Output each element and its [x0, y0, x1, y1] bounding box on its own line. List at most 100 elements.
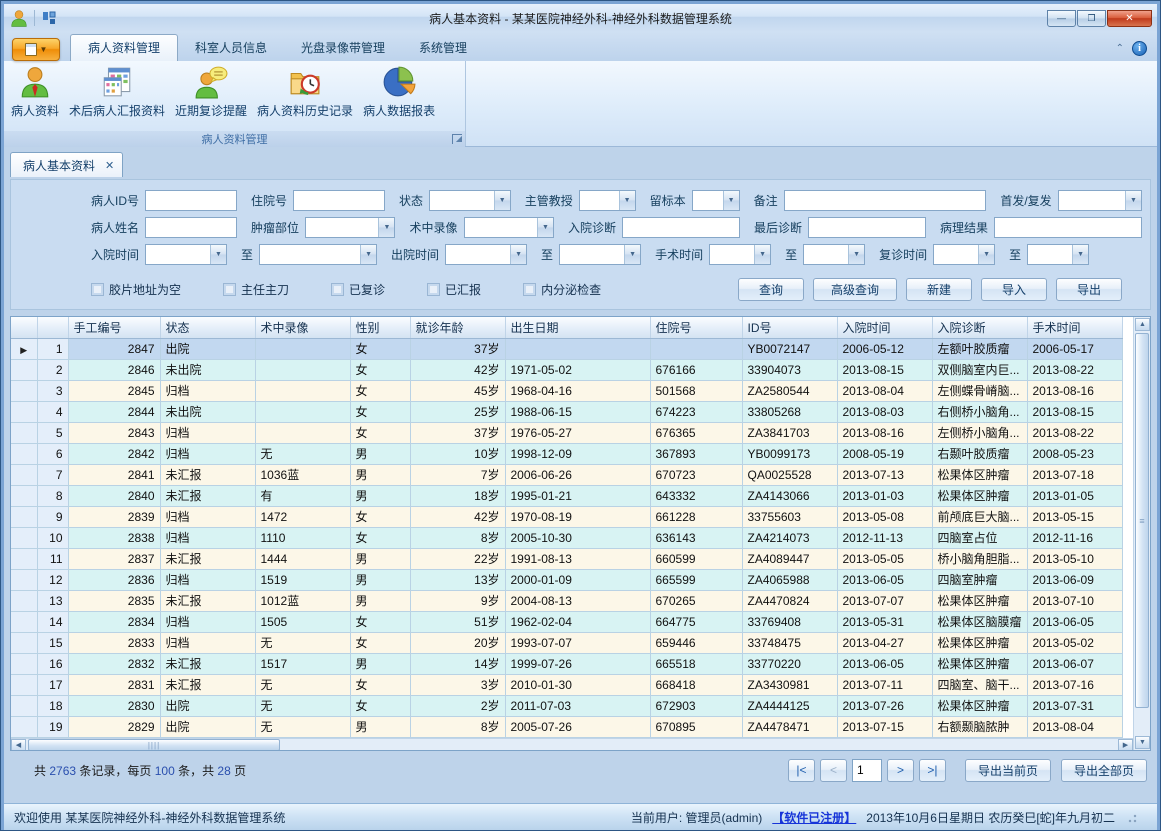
application-menu-button[interactable]: ▼	[12, 38, 60, 61]
cell-性别[interactable]: 男	[350, 485, 410, 506]
cell-手工编号[interactable]: 2834	[68, 611, 160, 632]
cell-出生日期[interactable]: 1991-08-13	[505, 548, 650, 569]
first-page-button[interactable]: |<	[788, 759, 815, 782]
maximize-button[interactable]: ❐	[1077, 10, 1106, 27]
checkbox-box-icon[interactable]	[91, 283, 104, 296]
cell-就诊年龄[interactable]: 37岁	[410, 422, 505, 443]
cell-就诊年龄[interactable]: 42岁	[410, 506, 505, 527]
cell-状态[interactable]: 未出院	[160, 401, 255, 422]
cell-手术时间[interactable]: 2013-05-02	[1027, 632, 1122, 653]
cell-术中录像[interactable]: 无	[255, 695, 350, 716]
cell-住院号[interactable]: 660599	[650, 548, 742, 569]
cell-入院诊断[interactable]: 松果体区肿瘤	[932, 485, 1027, 506]
cell-住院号[interactable]: 661228	[650, 506, 742, 527]
checkbox-主任主刀[interactable]: 主任主刀	[223, 281, 289, 298]
checkbox-胶片地址为空[interactable]: 胶片地址为空	[91, 281, 181, 298]
cell-入院诊断[interactable]: 松果体区肿瘤	[932, 464, 1027, 485]
filter-combo-留标本[interactable]: ▼	[692, 190, 740, 211]
software-registered-link[interactable]: 【软件已注册】	[772, 809, 856, 826]
cell-住院号[interactable]: 676365	[650, 422, 742, 443]
cell-就诊年龄[interactable]: 22岁	[410, 548, 505, 569]
cell-入院时间[interactable]: 2013-07-13	[837, 464, 932, 485]
table-row[interactable]: 162832未汇报1517男14岁1999-07-266655183377022…	[11, 653, 1122, 674]
filter-input-病人ID号[interactable]	[145, 190, 237, 211]
cell-出生日期[interactable]: 2004-08-13	[505, 590, 650, 611]
ribbon-button-近期复诊提醒[interactable]: 近期复诊提醒	[170, 63, 252, 129]
info-icon[interactable]: i	[1132, 41, 1147, 56]
cell-状态[interactable]: 归档	[160, 443, 255, 464]
row-selector-cell[interactable]	[11, 632, 37, 653]
row-selector-cell[interactable]: ▶	[11, 338, 37, 359]
checkbox-已汇报[interactable]: 已汇报	[427, 281, 481, 298]
action-button-导入[interactable]: 导入	[981, 278, 1047, 301]
cell-ID号[interactable]: 33904073	[742, 359, 837, 380]
cell-性别[interactable]: 女	[350, 611, 410, 632]
checkbox-已复诊[interactable]: 已复诊	[331, 281, 385, 298]
action-button-新建[interactable]: 新建	[906, 278, 972, 301]
cell-ID号[interactable]: ZA4214073	[742, 527, 837, 548]
cell-住院号[interactable]: 674223	[650, 401, 742, 422]
row-selector-cell[interactable]	[11, 653, 37, 674]
cell-ID号[interactable]: ZA2580544	[742, 380, 837, 401]
cell-ID号[interactable]: 33755603	[742, 506, 837, 527]
filter-combo-至[interactable]: ▼	[1027, 244, 1089, 265]
table-row[interactable]: 152833归档无女20岁1993-07-0765944633748475201…	[11, 632, 1122, 653]
dialog-launcher-icon[interactable]: ◢	[452, 134, 462, 144]
cell-入院诊断[interactable]: 四脑室占位	[932, 527, 1027, 548]
cell-性别[interactable]: 女	[350, 380, 410, 401]
filter-combo-出院时间[interactable]: ▼	[445, 244, 527, 265]
scroll-left-icon[interactable]: ◀	[11, 739, 26, 751]
ribbon-collapse-icon[interactable]: ⌃	[1116, 43, 1124, 54]
tab-close-icon[interactable]: ✕	[105, 159, 114, 172]
column-header-术中录像[interactable]: 术中录像	[255, 317, 350, 338]
cell-出生日期[interactable]: 2011-07-03	[505, 695, 650, 716]
table-row[interactable]: 182830出院无女2岁2011-07-03672903ZA4444125201…	[11, 695, 1122, 716]
cell-出生日期[interactable]: 2010-01-30	[505, 674, 650, 695]
cell-术中录像[interactable]: 1012蓝	[255, 590, 350, 611]
cell-手术时间[interactable]: 2013-07-16	[1027, 674, 1122, 695]
cell-手术时间[interactable]: 2013-06-09	[1027, 569, 1122, 590]
cell-手术时间[interactable]: 2013-08-22	[1027, 359, 1122, 380]
cell-入院时间[interactable]: 2013-06-05	[837, 569, 932, 590]
cell-性别[interactable]: 男	[350, 464, 410, 485]
cell-手术时间[interactable]: 2013-05-15	[1027, 506, 1122, 527]
column-header-入院时间[interactable]: 入院时间	[837, 317, 932, 338]
cell-性别[interactable]: 女	[350, 527, 410, 548]
cell-入院诊断[interactable]: 右侧桥小脑角...	[932, 401, 1027, 422]
cell-手工编号[interactable]: 2846	[68, 359, 160, 380]
cell-ID号[interactable]: ZA4065988	[742, 569, 837, 590]
row-selector-cell[interactable]	[11, 380, 37, 401]
cell-ID号[interactable]: 33805268	[742, 401, 837, 422]
cell-手工编号[interactable]: 2847	[68, 338, 160, 359]
cell-就诊年龄[interactable]: 2岁	[410, 695, 505, 716]
column-header-就诊年龄[interactable]: 就诊年龄	[410, 317, 505, 338]
cell-入院时间[interactable]: 2013-08-16	[837, 422, 932, 443]
cell-手术时间[interactable]: 2012-11-16	[1027, 527, 1122, 548]
last-page-button[interactable]: >|	[919, 759, 946, 782]
table-row[interactable]: 142834归档1505女51岁1962-02-0466477533769408…	[11, 611, 1122, 632]
ribbon-tab-1[interactable]: 病人资料管理	[70, 34, 178, 61]
cell-ID号[interactable]: ZA3841703	[742, 422, 837, 443]
cell-入院时间[interactable]: 2013-04-27	[837, 632, 932, 653]
table-row[interactable]: 122836归档1519男13岁2000-01-09665599ZA406598…	[11, 569, 1122, 590]
cell-性别[interactable]: 女	[350, 359, 410, 380]
cell-住院号[interactable]: 643332	[650, 485, 742, 506]
cell-入院诊断[interactable]: 松果体区肿瘤	[932, 695, 1027, 716]
cell-手术时间[interactable]: 2008-05-23	[1027, 443, 1122, 464]
next-page-button[interactable]: >	[887, 759, 914, 782]
cell-状态[interactable]: 出院	[160, 716, 255, 737]
cell-手工编号[interactable]: 2835	[68, 590, 160, 611]
row-selector-cell[interactable]	[11, 464, 37, 485]
cell-性别[interactable]: 男	[350, 569, 410, 590]
ribbon-button-病人资料[interactable]: 病人资料	[6, 63, 64, 129]
row-selector-cell[interactable]	[11, 695, 37, 716]
cell-状态[interactable]: 归档	[160, 632, 255, 653]
cell-出生日期[interactable]: 1968-04-16	[505, 380, 650, 401]
filter-combo-手术时间[interactable]: ▼	[709, 244, 771, 265]
table-row[interactable]: 82840未汇报有男18岁1995-01-21643332ZA414306620…	[11, 485, 1122, 506]
row-selector-cell[interactable]	[11, 716, 37, 737]
horizontal-scrollbar[interactable]: ◀ |||| ▶	[11, 738, 1133, 751]
cell-术中录像[interactable]: 无	[255, 674, 350, 695]
cell-住院号[interactable]: 664775	[650, 611, 742, 632]
cell-术中录像[interactable]: 1472	[255, 506, 350, 527]
